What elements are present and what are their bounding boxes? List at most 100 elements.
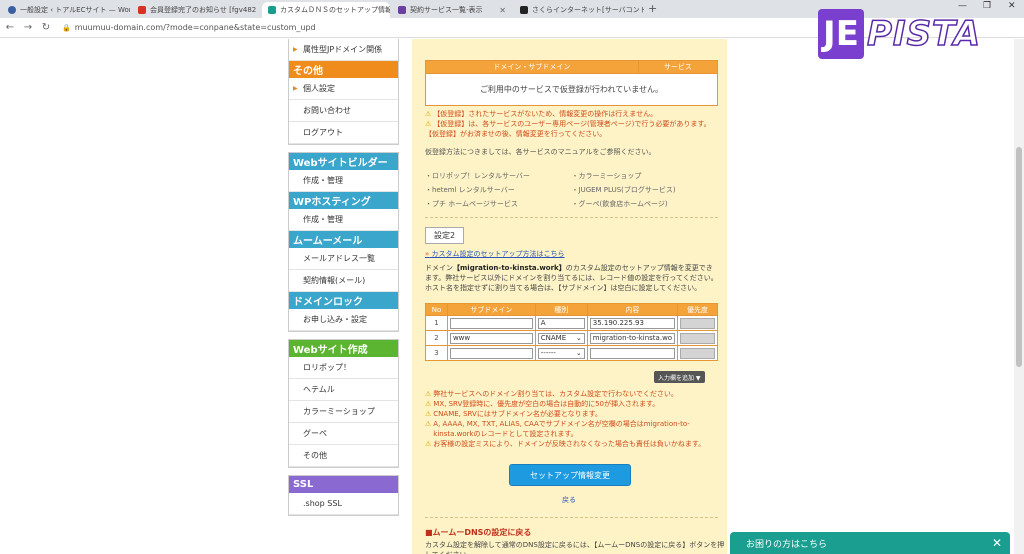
subdomain-input[interactable]: www xyxy=(449,332,533,344)
priority-input[interactable] xyxy=(680,332,715,344)
setup-help-link[interactable]: » カスタム設定のセットアップ方法はこちら xyxy=(425,249,565,259)
close-icon[interactable]: ✕ xyxy=(499,6,506,15)
sidebar-item-label: 個人設定 xyxy=(303,84,335,93)
type-select[interactable]: ------ ⌄ xyxy=(537,347,585,359)
warning-line: ⚠ A, AAAA, MX, TXT, ALIAS, CAAでサブドメイン名が空欄… xyxy=(425,420,690,438)
help-widget[interactable]: お困りの方はこちら ✕ xyxy=(730,532,1010,554)
sidebar-item-mail-list[interactable]: メールアドレス一覧 xyxy=(289,248,398,270)
url-text: muumuu-domain.com/?mode=conpane&state=cu… xyxy=(74,23,316,32)
close-icon[interactable]: ✕ xyxy=(992,536,1002,550)
browser-tab-2[interactable]: 会員登録完了のお知らせ [fgv482 ✕ xyxy=(132,2,260,18)
warning-line: ⚠ CNAME, SRVにはサブドメイン名が必要となります。 xyxy=(425,410,602,418)
tab-label: カスタムＤＮＳのセットアップ情報変 xyxy=(280,6,390,14)
sidebar-item-personal-settings[interactable]: ▶ 個人設定 xyxy=(289,78,398,100)
browser-tab-1[interactable]: 一般設定 ‹ トアルECサイト — Wor ✕ xyxy=(2,2,130,18)
sidebar-item-lock-apply[interactable]: お申し込み・設定 xyxy=(289,309,398,331)
content-input[interactable] xyxy=(589,347,676,359)
logo-text: PISTA xyxy=(866,13,981,55)
warning-line: ⚠ お客様の設定ミスにより、ドメインが反映されなくなった場合も責任は負いかねます。 xyxy=(425,440,706,448)
back-arrow-icon[interactable]: ← xyxy=(2,22,18,33)
muumuu-dns-return-title: ■ムームーDNSの設定に戻る xyxy=(425,528,532,537)
sidebar-item-wp-manage[interactable]: 作成・管理 xyxy=(289,209,398,231)
service-links: ・ロリポップ！レンタルサーバー ・カラーミーショップ ・heteml レンタルサ… xyxy=(425,171,718,209)
warning-line: 【仮登録】がお済ませの後、情報変更を行ってください。 xyxy=(425,130,607,138)
column-header: 優先度 xyxy=(677,303,718,316)
table-row: 2 www CNAME ⌄ migration-to-kinsta.wo xyxy=(425,330,718,346)
sidebar-item-heteml[interactable]: ヘテムル xyxy=(289,379,398,401)
column-header: サービス xyxy=(637,60,719,74)
reload-icon[interactable]: ↻ xyxy=(38,22,54,33)
sidebar-item-lolipop[interactable]: ロリポップ！ xyxy=(289,357,398,379)
sidebar-item-goope[interactable]: グーペ xyxy=(289,423,398,445)
lock-icon: 🔒 xyxy=(62,23,71,32)
sidebar-item-shop-ssl[interactable]: .shop SSL xyxy=(289,493,398,515)
sidebar-item-label: 属性型JPドメイン関係 xyxy=(303,45,383,54)
service-link[interactable]: ・heteml レンタルサーバー xyxy=(425,185,572,195)
type-field[interactable]: A xyxy=(537,317,585,329)
url-field[interactable]: 🔒 muumuu-domain.com/?mode=conpane&state=… xyxy=(62,23,316,32)
content-input[interactable]: migration-to-kinsta.wo xyxy=(589,332,676,344)
service-link[interactable]: ・カラーミーショップ xyxy=(572,171,719,181)
sidebar-heading-ssl: SSL xyxy=(289,476,398,493)
sidebar-heading-web-builder: Webサイトビルダー xyxy=(289,153,398,170)
subdomain-input[interactable] xyxy=(449,347,533,359)
empty-message: ご利用中のサービスで仮登録が行われていません。 xyxy=(425,73,718,106)
column-header: No xyxy=(425,303,448,316)
sidebar-item-jp-domain[interactable]: ▶ 属性型JPドメイン関係 xyxy=(289,39,398,61)
sidebar-heading-wp-hosting: WPホスティング xyxy=(289,192,398,209)
muumuu-icon xyxy=(268,6,276,14)
subdomain-input[interactable] xyxy=(449,317,533,329)
chevron-down-icon: ⌄ xyxy=(575,334,582,342)
browser-tab-3[interactable]: カスタムＤＮＳのセットアップ情報変 ✕ xyxy=(262,2,390,18)
warning-line: ⚠ MX, SRV登録時に、優先度が空白の場合は自動的に50が挿入されます。 xyxy=(425,400,660,408)
service-link[interactable]: ・プチ ホームページサービス xyxy=(425,199,572,209)
sidebar-item-colorme[interactable]: カラーミーショップ xyxy=(289,401,398,423)
sidebar-item-other[interactable]: その他 xyxy=(289,445,398,467)
service-link[interactable]: ・グーペ(飲食店ホームページ) xyxy=(572,199,719,209)
arrow-icon: ▶ xyxy=(293,85,298,92)
priority-input[interactable] xyxy=(680,317,715,329)
main-panel: ドメイン・サブドメイン サービス ご利用中のサービスで仮登録が行われていません。… xyxy=(412,39,727,554)
table-row: 3 ------ ⌄ xyxy=(425,345,718,361)
service-link[interactable]: ・ロリポップ！レンタルサーバー xyxy=(425,171,572,181)
double-chevron-icon: » xyxy=(425,250,430,258)
sidebar-item-builder-manage[interactable]: 作成・管理 xyxy=(289,170,398,192)
sidebar-item-logout[interactable]: ログアウト xyxy=(289,122,398,144)
jepista-logo: JE PISTA xyxy=(818,6,1014,62)
sidebar-group-site-create: Webサイト作成 ロリポップ！ ヘテムル カラーミーショップ グーペ その他 xyxy=(288,339,399,468)
page-scrollbar[interactable] xyxy=(1014,39,1024,554)
add-row-button[interactable]: 入力欄を追加 ▼ xyxy=(654,371,705,383)
column-header: 種別 xyxy=(534,303,588,316)
column-header: 内容 xyxy=(586,303,679,316)
scroll-thumb[interactable] xyxy=(1016,147,1022,367)
warning-icon: ⚠ xyxy=(425,440,432,448)
warning-icon: ⚠ xyxy=(425,390,432,398)
tab-label: 契約サービス一覧-表示 xyxy=(410,6,483,14)
content-input[interactable]: 35.190.225.93 xyxy=(589,317,676,329)
setup-update-button[interactable]: セットアップ情報変更 xyxy=(509,464,631,486)
divider xyxy=(425,217,718,218)
priority-input[interactable] xyxy=(680,347,715,359)
service-link[interactable]: ・JUGEM PLUS(ブログサービス) xyxy=(572,185,719,195)
column-header: サブドメイン xyxy=(446,303,536,316)
sidebar-group-builder: Webサイトビルダー 作成・管理 WPホスティング 作成・管理 ムームーメール … xyxy=(288,152,399,332)
browser-tab-4[interactable]: 契約サービス一覧-表示 ✕ xyxy=(392,2,512,18)
sidebar: ▶ 属性型JPドメイン関係 その他 ▶ 個人設定 お問い合わせ ログアウト We… xyxy=(288,39,399,516)
type-select[interactable]: CNAME ⌄ xyxy=(537,332,585,344)
manual-note: 仮登録方法につきましては、各サービスのマニュアルをご参照ください。 xyxy=(425,148,656,156)
sakura-icon xyxy=(520,6,528,14)
sidebar-heading-mail: ムームーメール xyxy=(289,231,398,248)
forward-arrow-icon[interactable]: → xyxy=(20,22,36,33)
new-tab-button[interactable]: + xyxy=(648,2,657,15)
settings-description: ドメイン【migration-to-kinsta.work】のカスタム設定のセッ… xyxy=(425,264,718,292)
arrow-icon: ▶ xyxy=(293,46,298,53)
sidebar-heading-other: その他 xyxy=(289,61,398,78)
browser-tab-5[interactable]: さくらインターネット[サーバコントロールパ ✕ xyxy=(514,2,644,18)
sidebar-item-contact[interactable]: お問い合わせ xyxy=(289,100,398,122)
tab-label: 一般設定 ‹ トアルECサイト — Wor xyxy=(20,6,130,14)
sidebar-item-mail-contract[interactable]: 契約情報(メール) xyxy=(289,270,398,292)
settings-badge: 設定2 xyxy=(425,227,465,244)
warning-icon: ⚠ xyxy=(425,120,432,128)
back-link[interactable]: 戻る xyxy=(562,495,576,505)
services-table: ドメイン・サブドメイン サービス ご利用中のサービスで仮登録が行われていません。 xyxy=(425,60,719,106)
